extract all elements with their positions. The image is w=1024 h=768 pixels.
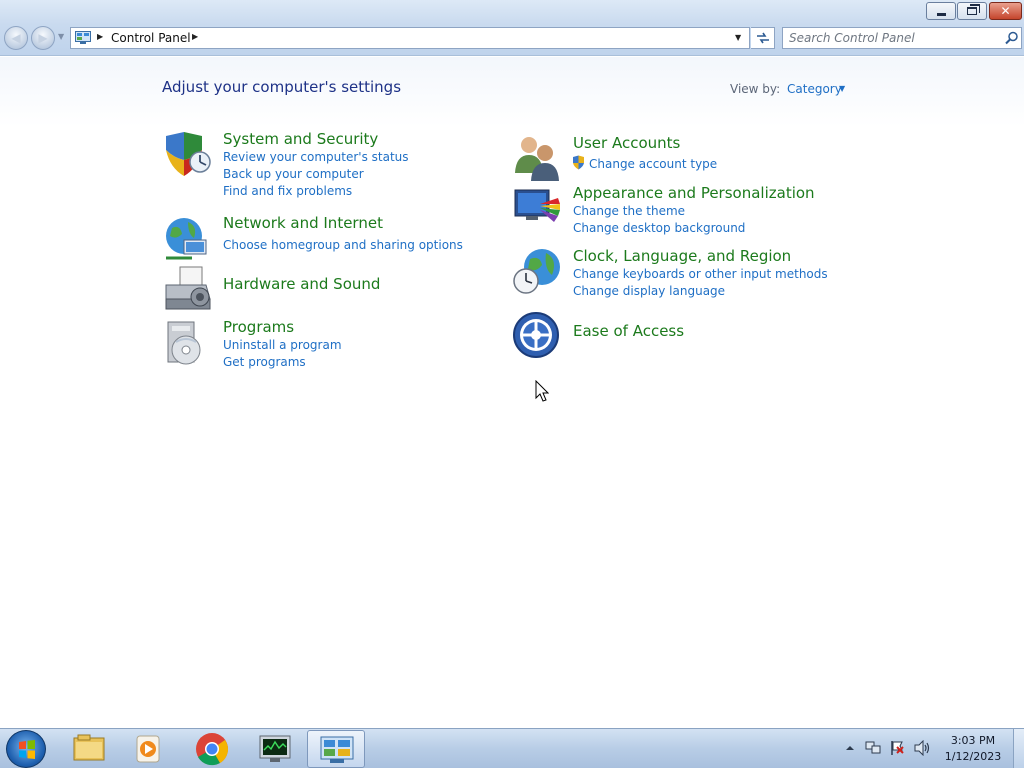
clock-globe-icon[interactable] [512,247,562,297]
task-manager-icon [259,735,291,762]
network-internet-link[interactable]: Network and Internet [223,214,383,232]
network-icon[interactable] [865,740,881,756]
backup-computer-link[interactable]: Back up your computer [223,167,364,181]
taskbar: 3:03 PM 1/12/2023 [0,728,1024,768]
show-hidden-icons-icon[interactable] [845,743,855,753]
get-programs-link[interactable]: Get programs [223,355,306,369]
back-arrow-icon: ◀ [11,31,21,45]
search-icon[interactable] [1005,31,1019,45]
refresh-button[interactable] [751,27,775,49]
chrome-icon [196,733,229,766]
uninstall-program-link[interactable]: Uninstall a program [223,338,342,352]
clock-language-region-link[interactable]: Clock, Language, and Region [573,247,791,265]
uac-shield-icon [573,155,584,170]
forward-button[interactable]: ▶ [31,26,55,50]
homegroup-sharing-link[interactable]: Choose homegroup and sharing options [223,238,463,252]
page-title: Adjust your computer's settings [162,78,402,96]
media-player-icon [136,735,160,763]
minimize-button[interactable] [926,2,956,20]
taskbar-task-manager[interactable] [246,730,304,768]
forward-arrow-icon: ▶ [38,31,48,45]
control-panel-content: Adjust your computer's settings View by:… [0,57,1024,728]
printer-icon[interactable] [162,265,212,315]
change-desktop-background-link[interactable]: Change desktop background [573,221,745,235]
mouse-pointer-icon [535,380,549,402]
appearance-personalization-link[interactable]: Appearance and Personalization [573,184,815,202]
programs-link[interactable]: Programs [223,318,294,336]
hardware-sound-link[interactable]: Hardware and Sound [223,275,380,293]
restore-button[interactable] [957,2,987,20]
refresh-icon [756,32,769,44]
view-by-dropdown[interactable]: Category [787,82,842,96]
start-orb-icon [19,740,35,759]
change-account-type-link[interactable]: Change account type [589,157,717,171]
search-input[interactable] [789,30,999,46]
show-desktop-button[interactable] [1013,729,1024,768]
address-dropdown-icon[interactable]: ▼ [735,33,741,42]
change-theme-link[interactable]: Change the theme [573,204,685,218]
change-keyboards-link[interactable]: Change keyboards or other input methods [573,267,828,281]
window-chrome: ✕ ◀ ▶ ▼ ▶ Control Panel ▶ ▼ [0,0,1024,56]
programs-disc-icon[interactable] [162,318,212,368]
system-tray [845,729,935,768]
close-button[interactable]: ✕ [989,2,1022,20]
review-status-link[interactable]: Review your computer's status [223,150,409,164]
monitor-paint-icon[interactable] [512,184,562,234]
ease-of-access-icon[interactable] [512,311,562,361]
shield-icon[interactable] [162,130,212,180]
taskbar-clock[interactable]: 3:03 PM 1/12/2023 [940,733,1006,765]
address-bar[interactable]: ▶ Control Panel ▶ ▼ [70,27,750,49]
user-accounts-link[interactable]: User Accounts [573,134,680,152]
taskbar-explorer[interactable] [60,730,118,768]
taskbar-control-panel[interactable] [307,730,365,768]
control-panel-icon [75,31,91,44]
ease-of-access-link[interactable]: Ease of Access [573,322,684,340]
taskbar-media-player[interactable] [120,730,178,768]
find-fix-problems-link[interactable]: Find and fix problems [223,184,352,198]
users-icon[interactable] [512,133,562,183]
action-center-flag-icon[interactable] [889,740,905,756]
control-panel-icon [320,736,354,763]
breadcrumb-control-panel[interactable]: Control Panel [111,31,191,45]
restore-icon [967,4,980,15]
breadcrumb-separator-icon[interactable]: ▶ [97,32,103,41]
search-box[interactable] [782,27,1022,49]
recent-pages-dropdown-icon[interactable]: ▼ [58,32,64,41]
chevron-down-icon[interactable]: ▼ [839,84,845,93]
volume-icon[interactable] [913,740,931,756]
breadcrumb-separator-icon[interactable]: ▶ [192,32,198,41]
minimize-icon [936,12,946,16]
taskbar-chrome[interactable] [183,730,241,768]
file-explorer-icon [73,734,105,761]
system-security-link[interactable]: System and Security [223,130,378,148]
back-button[interactable]: ◀ [4,26,28,50]
start-button[interactable] [6,730,46,768]
view-by-label: View by: [730,82,781,96]
close-icon: ✕ [1000,4,1011,18]
network-globe-icon[interactable] [162,214,212,264]
clock-time: 3:03 PM [950,734,996,747]
clock-date: 1/12/2023 [944,750,1002,763]
change-display-language-link[interactable]: Change display language [573,284,725,298]
